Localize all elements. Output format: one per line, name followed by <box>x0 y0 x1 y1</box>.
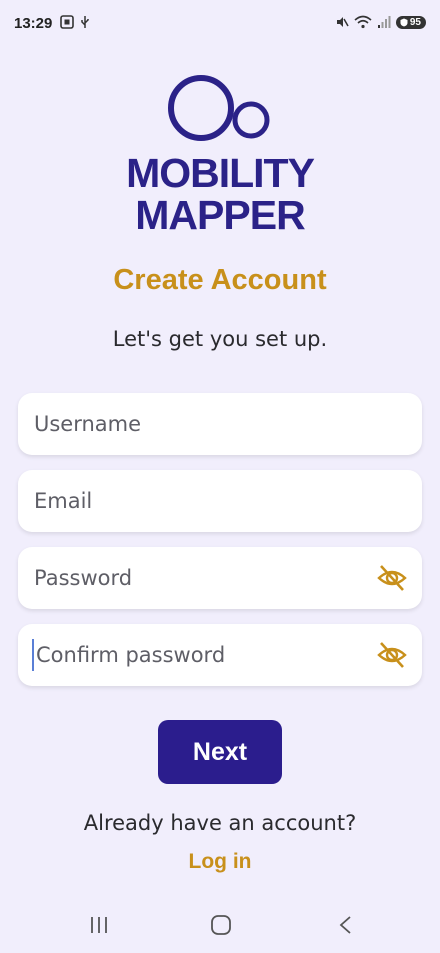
screenshot-icon <box>60 15 74 29</box>
password-input[interactable] <box>32 565 376 591</box>
signal-icon <box>377 16 391 28</box>
eye-off-icon[interactable] <box>376 639 408 671</box>
login-link[interactable]: Log in <box>0 850 440 874</box>
home-icon <box>211 915 231 935</box>
page-subtitle: Let's get you set up. <box>112 327 328 351</box>
eye-off-icon[interactable] <box>376 562 408 594</box>
password-field-container <box>18 547 422 609</box>
home-button[interactable] <box>206 912 236 938</box>
wifi-icon <box>354 15 372 29</box>
usb-icon <box>81 16 89 28</box>
recents-button[interactable] <box>84 912 114 938</box>
system-nav-bar <box>0 900 440 953</box>
logo-text-line1: MOBILITY <box>126 150 315 196</box>
back-icon <box>339 916 351 934</box>
email-input[interactable] <box>32 488 408 514</box>
confirm-password-input[interactable] <box>34 642 376 668</box>
app-logo: MOBILITY MAPPER <box>0 74 440 236</box>
mute-icon <box>336 17 349 27</box>
recents-icon <box>91 917 107 933</box>
username-input[interactable] <box>32 411 408 437</box>
back-button[interactable] <box>330 912 360 938</box>
status-time: 13:29 <box>14 15 53 32</box>
next-button[interactable]: Next <box>158 720 282 784</box>
battery-indicator: 95 <box>395 15 426 29</box>
email-field-container <box>18 470 422 532</box>
confirm-password-field-container <box>18 624 422 686</box>
logo-circles-icon <box>168 75 270 141</box>
already-have-account-text: Already have an account? <box>83 811 357 835</box>
username-field-container <box>18 393 422 455</box>
page-title: Create Account <box>113 264 327 296</box>
logo-text-line2: MAPPER <box>135 192 305 238</box>
status-bar: 13:29 95 <box>0 0 440 48</box>
battery-icon <box>400 18 408 26</box>
battery-level: 95 <box>409 16 421 28</box>
